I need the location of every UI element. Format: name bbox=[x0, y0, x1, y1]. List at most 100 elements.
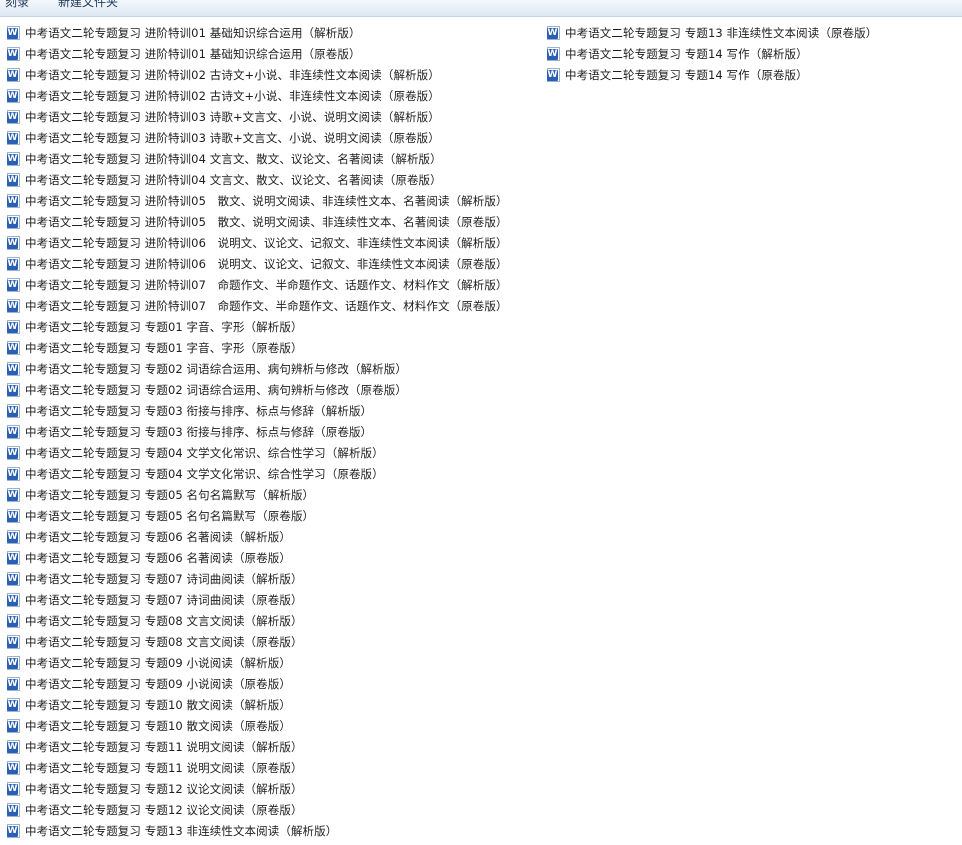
file-item[interactable]: 中考语文二轮专题复习 专题12 议论文阅读（原卷版） bbox=[7, 799, 508, 820]
file-item[interactable]: 中考语文二轮专题复习 进阶特训03 诗歌+文言文、小说、说明文阅读（原卷版） bbox=[7, 127, 508, 148]
file-list-column-1: 中考语文二轮专题复习 进阶特训01 基础知识综合运用（解析版） 中考语文二轮专题复… bbox=[7, 22, 508, 841]
file-item[interactable]: 中考语文二轮专题复习 进阶特训01 基础知识综合运用（原卷版） bbox=[7, 43, 508, 64]
file-name: 中考语文二轮专题复习 进阶特训02 古诗文+小说、非连续性文本阅读（解析版） bbox=[25, 67, 440, 82]
word-document-icon bbox=[7, 382, 20, 397]
word-document-icon bbox=[7, 760, 20, 775]
file-name: 中考语文二轮专题复习 专题14 写作（原卷版） bbox=[565, 67, 808, 82]
file-item[interactable]: 中考语文二轮专题复习 进阶特训06 说明文、议论文、记叙文、非连续性文本阅读（原… bbox=[7, 253, 508, 274]
file-item[interactable]: 中考语文二轮专题复习 专题06 名著阅读（解析版） bbox=[7, 526, 508, 547]
file-item[interactable]: 中考语文二轮专题复习 专题03 衔接与排序、标点与修辞（解析版） bbox=[7, 400, 508, 421]
file-item[interactable]: 中考语文二轮专题复习 进阶特训03 诗歌+文言文、小说、说明文阅读（解析版） bbox=[7, 106, 508, 127]
file-item[interactable]: 中考语文二轮专题复习 专题01 字音、字形（解析版） bbox=[7, 316, 508, 337]
file-item[interactable]: 中考语文二轮专题复习 专题09 小说阅读（原卷版） bbox=[7, 673, 508, 694]
word-document-icon bbox=[547, 25, 560, 40]
file-name: 中考语文二轮专题复习 专题03 衔接与排序、标点与修辞（原卷版） bbox=[25, 424, 373, 439]
file-item[interactable]: 中考语文二轮专题复习 专题06 名著阅读（原卷版） bbox=[7, 547, 508, 568]
file-name: 中考语文二轮专题复习 专题09 小说阅读（解析版） bbox=[25, 655, 291, 670]
word-document-icon bbox=[7, 802, 20, 817]
file-name: 中考语文二轮专题复习 专题10 散文阅读（解析版） bbox=[25, 697, 291, 712]
file-item[interactable]: 中考语文二轮专题复习 进阶特训02 古诗文+小说、非连续性文本阅读（原卷版） bbox=[7, 85, 508, 106]
word-document-icon bbox=[7, 214, 20, 229]
word-document-icon bbox=[7, 508, 20, 523]
file-item[interactable]: 中考语文二轮专题复习 进阶特训07 命题作文、半命题作文、话题作文、材料作文（原… bbox=[7, 295, 508, 316]
new-folder-button[interactable]: 新建文件夹 bbox=[58, 0, 118, 11]
file-name: 中考语文二轮专题复习 进阶特训01 基础知识综合运用（解析版） bbox=[25, 25, 361, 40]
file-item[interactable]: 中考语文二轮专题复习 专题11 说明文阅读（原卷版） bbox=[7, 757, 508, 778]
file-item[interactable]: 中考语文二轮专题复习 专题03 衔接与排序、标点与修辞（原卷版） bbox=[7, 421, 508, 442]
file-name: 中考语文二轮专题复习 进阶特训01 基础知识综合运用（原卷版） bbox=[25, 46, 361, 61]
file-item[interactable]: 中考语文二轮专题复习 专题02 词语综合运用、病句辨析与修改（原卷版） bbox=[7, 379, 508, 400]
file-name: 中考语文二轮专题复习 进阶特训04 文言文、散文、议论文、名著阅读（解析版） bbox=[25, 151, 442, 166]
file-name: 中考语文二轮专题复习 专题01 字音、字形（解析版） bbox=[25, 319, 303, 334]
word-document-icon bbox=[7, 403, 20, 418]
word-document-icon bbox=[7, 361, 20, 376]
file-name: 中考语文二轮专题复习 进阶特训03 诗歌+文言文、小说、说明文阅读（原卷版） bbox=[25, 130, 440, 145]
file-item[interactable]: 中考语文二轮专题复习 专题07 诗词曲阅读（原卷版） bbox=[7, 589, 508, 610]
file-name: 中考语文二轮专题复习 专题02 词语综合运用、病句辨析与修改（解析版） bbox=[25, 361, 407, 376]
file-item[interactable]: 中考语文二轮专题复习 进阶特训02 古诗文+小说、非连续性文本阅读（解析版） bbox=[7, 64, 508, 85]
file-item[interactable]: 中考语文二轮专题复习 专题02 词语综合运用、病句辨析与修改（解析版） bbox=[7, 358, 508, 379]
word-document-icon bbox=[7, 319, 20, 334]
word-document-icon bbox=[7, 109, 20, 124]
file-item[interactable]: 中考语文二轮专题复习 进阶特训04 文言文、散文、议论文、名著阅读（原卷版） bbox=[7, 169, 508, 190]
word-document-icon bbox=[7, 193, 20, 208]
file-item[interactable]: 中考语文二轮专题复习 专题13 非连续性文本阅读（原卷版） bbox=[547, 22, 877, 43]
file-item[interactable]: 中考语文二轮专题复习 进阶特训07 命题作文、半命题作文、话题作文、材料作文（解… bbox=[7, 274, 508, 295]
file-item[interactable]: 中考语文二轮专题复习 进阶特训01 基础知识综合运用（解析版） bbox=[7, 22, 508, 43]
file-name: 中考语文二轮专题复习 专题08 文言文阅读（原卷版） bbox=[25, 634, 303, 649]
word-document-icon bbox=[7, 676, 20, 691]
file-name: 中考语文二轮专题复习 专题09 小说阅读（原卷版） bbox=[25, 676, 291, 691]
file-name: 中考语文二轮专题复习 专题07 诗词曲阅读（原卷版） bbox=[25, 592, 303, 607]
file-name: 中考语文二轮专题复习 专题10 散文阅读（原卷版） bbox=[25, 718, 291, 733]
word-document-icon bbox=[7, 634, 20, 649]
file-name: 中考语文二轮专题复习 专题03 衔接与排序、标点与修辞（解析版） bbox=[25, 403, 373, 418]
file-item[interactable]: 中考语文二轮专题复习 进阶特训04 文言文、散文、议论文、名著阅读（解析版） bbox=[7, 148, 508, 169]
word-document-icon bbox=[7, 25, 20, 40]
file-item[interactable]: 中考语文二轮专题复习 专题14 写作（原卷版） bbox=[547, 64, 877, 85]
file-item[interactable]: 中考语文二轮专题复习 专题09 小说阅读（解析版） bbox=[7, 652, 508, 673]
file-name: 中考语文二轮专题复习 专题08 文言文阅读（解析版） bbox=[25, 613, 303, 628]
file-item[interactable]: 中考语文二轮专题复习 专题08 文言文阅读（原卷版） bbox=[7, 631, 508, 652]
burn-button[interactable]: 刻录 bbox=[5, 0, 29, 11]
file-name: 中考语文二轮专题复习 专题13 非连续性文本阅读（原卷版） bbox=[565, 25, 878, 40]
file-name: 中考语文二轮专题复习 专题04 文学文化常识、综合性学习（解析版） bbox=[25, 445, 384, 460]
file-item[interactable]: 中考语文二轮专题复习 进阶特训05 散文、说明文阅读、非连续性文本、名著阅读（原… bbox=[7, 211, 508, 232]
file-item[interactable]: 中考语文二轮专题复习 专题01 字音、字形（原卷版） bbox=[7, 337, 508, 358]
word-document-icon bbox=[7, 487, 20, 502]
word-document-icon bbox=[547, 46, 560, 61]
file-item[interactable]: 中考语文二轮专题复习 专题14 写作（解析版） bbox=[547, 43, 877, 64]
file-name: 中考语文二轮专题复习 专题07 诗词曲阅读（解析版） bbox=[25, 571, 303, 586]
file-name: 中考语文二轮专题复习 专题13 非连续性文本阅读（解析版） bbox=[25, 823, 338, 838]
file-name: 中考语文二轮专题复习 专题12 议论文阅读（原卷版） bbox=[25, 802, 303, 817]
word-document-icon bbox=[7, 340, 20, 355]
file-name: 中考语文二轮专题复习 进阶特训04 文言文、散文、议论文、名著阅读（原卷版） bbox=[25, 172, 442, 187]
file-item[interactable]: 中考语文二轮专题复习 进阶特训06 说明文、议论文、记叙文、非连续性文本阅读（解… bbox=[7, 232, 508, 253]
file-item[interactable]: 中考语文二轮专题复习 专题08 文言文阅读（解析版） bbox=[7, 610, 508, 631]
file-item[interactable]: 中考语文二轮专题复习 专题05 名句名篇默写（原卷版） bbox=[7, 505, 508, 526]
file-name: 中考语文二轮专题复习 专题02 词语综合运用、病句辨析与修改（原卷版） bbox=[25, 382, 407, 397]
file-item[interactable]: 中考语文二轮专题复习 专题07 诗词曲阅读（解析版） bbox=[7, 568, 508, 589]
word-document-icon bbox=[7, 88, 20, 103]
file-name: 中考语文二轮专题复习 进阶特训06 说明文、议论文、记叙文、非连续性文本阅读（原… bbox=[25, 256, 508, 271]
file-name: 中考语文二轮专题复习 进阶特训06 说明文、议论文、记叙文、非连续性文本阅读（解… bbox=[25, 235, 508, 250]
file-name: 中考语文二轮专题复习 专题06 名著阅读（原卷版） bbox=[25, 550, 291, 565]
file-item[interactable]: 中考语文二轮专题复习 专题04 文学文化常识、综合性学习（原卷版） bbox=[7, 463, 508, 484]
file-name: 中考语文二轮专题复习 进阶特训07 命题作文、半命题作文、话题作文、材料作文（解… bbox=[25, 277, 508, 292]
file-item[interactable]: 中考语文二轮专题复习 专题05 名句名篇默写（解析版） bbox=[7, 484, 508, 505]
file-item[interactable]: 中考语文二轮专题复习 专题12 议论文阅读（解析版） bbox=[7, 778, 508, 799]
word-document-icon bbox=[7, 613, 20, 628]
file-item[interactable]: 中考语文二轮专题复习 进阶特训05 散文、说明文阅读、非连续性文本、名著阅读（解… bbox=[7, 190, 508, 211]
file-name: 中考语文二轮专题复习 进阶特训05 散文、说明文阅读、非连续性文本、名著阅读（原… bbox=[25, 214, 508, 229]
file-item[interactable]: 中考语文二轮专题复习 专题13 非连续性文本阅读（解析版） bbox=[7, 820, 508, 841]
file-name: 中考语文二轮专题复习 专题01 字音、字形（原卷版） bbox=[25, 340, 303, 355]
file-item[interactable]: 中考语文二轮专题复习 专题04 文学文化常识、综合性学习（解析版） bbox=[7, 442, 508, 463]
word-document-icon bbox=[7, 823, 20, 838]
word-document-icon bbox=[547, 67, 560, 82]
file-name: 中考语文二轮专题复习 专题11 说明文阅读（原卷版） bbox=[25, 760, 303, 775]
file-item[interactable]: 中考语文二轮专题复习 专题11 说明文阅读（解析版） bbox=[7, 736, 508, 757]
file-item[interactable]: 中考语文二轮专题复习 专题10 散文阅读（解析版） bbox=[7, 694, 508, 715]
word-document-icon bbox=[7, 46, 20, 61]
file-name: 中考语文二轮专题复习 专题12 议论文阅读（解析版） bbox=[25, 781, 303, 796]
file-item[interactable]: 中考语文二轮专题复习 专题10 散文阅读（原卷版） bbox=[7, 715, 508, 736]
word-document-icon bbox=[7, 571, 20, 586]
